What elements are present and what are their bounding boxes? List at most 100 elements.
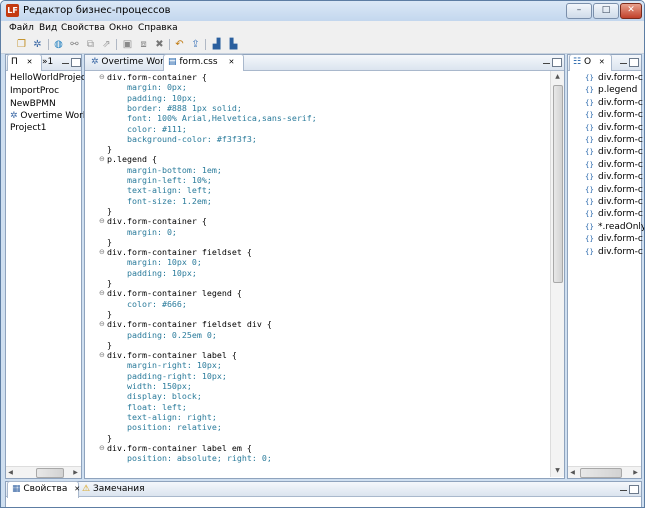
undo-icon[interactable]: ↶ [173, 38, 186, 51]
code-line[interactable]: div.form-container label em { [107, 443, 252, 453]
tab-projects[interactable]: П ✕ [7, 54, 42, 71]
code-line[interactable]: color: #111; [107, 124, 187, 134]
minimize-icon[interactable] [620, 63, 627, 64]
fold-toggle-icon[interactable]: ⊖ [99, 351, 105, 359]
scroll-right-icon[interactable]: ▶ [631, 469, 640, 476]
code-line[interactable]: } [107, 340, 112, 350]
project-item[interactable]: HelloWorldProject [10, 73, 89, 83]
minimize-icon[interactable] [62, 63, 69, 64]
outline-item[interactable]: {} div.form-c [585, 160, 643, 170]
project-item-selected[interactable]: ✲ Overtime Work [10, 111, 88, 121]
code-line[interactable]: div.form-container { [107, 72, 207, 82]
code-line[interactable]: } [107, 433, 112, 443]
outline-item[interactable]: {} div.form-c [585, 209, 643, 219]
upload-icon[interactable]: ⇪ [189, 38, 202, 51]
chart-icon[interactable]: ▙ [227, 38, 240, 51]
code-line[interactable]: div.form-container fieldset div { [107, 319, 272, 329]
tab-outline[interactable]: ☷ O ✕ [569, 54, 612, 71]
code-line[interactable]: margin: 0; [107, 227, 177, 237]
code-line[interactable]: } [107, 278, 112, 288]
outline-item[interactable]: {} div.form-c [585, 110, 643, 120]
code-line[interactable]: width: 150px; [107, 381, 192, 391]
outline-item[interactable]: {} div.form-c [585, 147, 643, 157]
project-item[interactable]: ImportProc [10, 86, 59, 96]
fold-toggle-icon[interactable]: ⊖ [99, 217, 105, 225]
scroll-left-icon[interactable]: ◀ [568, 469, 577, 476]
outline-item[interactable]: {} p.legend [585, 85, 637, 95]
outline-item[interactable]: {} div.form-c [585, 73, 643, 83]
minimize-button[interactable]: – [566, 3, 592, 19]
outline-item[interactable]: {} div.form-c [585, 172, 643, 182]
code-line[interactable]: border: #888 1px solid; [107, 103, 242, 113]
outline-item[interactable]: {} div.form-c [585, 247, 643, 257]
tab-remarks[interactable]: ⚠ Замечания [82, 482, 145, 497]
code-line[interactable]: padding-right: 10px; [107, 371, 227, 381]
new-project-icon[interactable]: ❐ [15, 38, 28, 51]
scroll-up-icon[interactable]: ▲ [553, 73, 562, 80]
menu-view[interactable]: Вид [39, 23, 57, 33]
code-line[interactable]: div.form-container { [107, 216, 207, 226]
code-line[interactable]: position: relative; [107, 422, 222, 432]
minimize-icon[interactable] [620, 490, 627, 491]
tab-overtime-work[interactable]: ✲ Overtime Work [89, 55, 169, 70]
save-all-icon[interactable]: ⧈ [137, 38, 150, 51]
deploy-icon[interactable]: ▟ [210, 38, 223, 51]
code-line[interactable]: margin: 10px 0; [107, 257, 202, 267]
save-icon[interactable]: ▣ [121, 38, 134, 51]
close-icon[interactable]: ✕ [599, 58, 605, 66]
menu-help[interactable]: Справка [138, 23, 178, 33]
minimize-icon[interactable] [543, 63, 550, 64]
scroll-thumb[interactable] [553, 85, 563, 283]
scroll-thumb[interactable] [580, 468, 622, 478]
code-line[interactable]: div.form-container fieldset { [107, 247, 252, 257]
code-line[interactable]: float: left; [107, 402, 187, 412]
code-line[interactable]: margin-right: 10px; [107, 360, 222, 370]
maximize-icon[interactable] [629, 485, 639, 494]
code-line[interactable]: color: #666; [107, 299, 187, 309]
code-line[interactable]: text-align: right; [107, 412, 217, 422]
code-line[interactable]: div.form-container legend { [107, 288, 242, 298]
code-line[interactable]: p.legend { [107, 154, 157, 164]
new-process-icon[interactable]: ✲ [31, 38, 44, 51]
outline-item[interactable]: {} div.form-c [585, 98, 643, 108]
outline-item[interactable]: {} div.form-c [585, 197, 643, 207]
maximize-icon[interactable] [71, 58, 81, 67]
menu-properties[interactable]: Свойства [61, 23, 105, 33]
copy-icon[interactable]: ⧉ [84, 38, 97, 51]
fold-toggle-icon[interactable]: ⊖ [99, 320, 105, 328]
code-line[interactable]: div.form-container label { [107, 350, 237, 360]
link-icon[interactable]: ⚯ [68, 38, 81, 51]
code-line[interactable]: } [107, 237, 112, 247]
project-item[interactable]: Project1 [10, 123, 47, 133]
outline-horizontal-scrollbar[interactable]: ◀ ▶ [568, 466, 641, 478]
maximize-button[interactable]: □ [593, 3, 619, 19]
export-icon[interactable]: ⇗ [100, 38, 113, 51]
menu-window[interactable]: Окно [109, 23, 133, 33]
close-icon[interactable]: ✕ [27, 58, 33, 66]
fold-toggle-icon[interactable]: ⊖ [99, 289, 105, 297]
maximize-icon[interactable] [629, 58, 639, 67]
close-icon[interactable]: ✕ [228, 58, 234, 66]
code-line[interactable]: } [107, 309, 112, 319]
fold-toggle-icon[interactable]: ⊖ [99, 155, 105, 163]
code-line[interactable]: } [107, 144, 112, 154]
delete-icon[interactable]: ✖ [153, 38, 166, 51]
code-line[interactable]: padding: 10px; [107, 268, 197, 278]
tab-properties[interactable]: ▦ Свойства ✕ [7, 481, 80, 498]
tab-overflow[interactable]: »1 [42, 55, 53, 70]
code-line[interactable]: font: 100% Arial,Helvetica,sans-serif; [107, 113, 317, 123]
code-line[interactable]: text-align: left; [107, 185, 212, 195]
scroll-right-icon[interactable]: ▶ [71, 469, 80, 476]
code-line[interactable]: display: block; [107, 391, 202, 401]
fold-toggle-icon[interactable]: ⊖ [99, 73, 105, 81]
code-line[interactable]: margin: 0px; [107, 82, 187, 92]
scroll-down-icon[interactable]: ▼ [553, 467, 562, 474]
code-line[interactable]: font-size: 1.2em; [107, 196, 212, 206]
fold-toggle-icon[interactable]: ⊖ [99, 444, 105, 452]
outline-item[interactable]: {} div.form-c [585, 123, 643, 133]
code-line[interactable]: margin-bottom: 1em; [107, 165, 222, 175]
outline-item[interactable]: {} div.form-c [585, 234, 643, 244]
fold-toggle-icon[interactable]: ⊖ [99, 248, 105, 256]
editor-vertical-scrollbar[interactable]: ▲ ▼ [550, 71, 564, 477]
code-line[interactable]: padding: 0.25em 0; [107, 330, 217, 340]
